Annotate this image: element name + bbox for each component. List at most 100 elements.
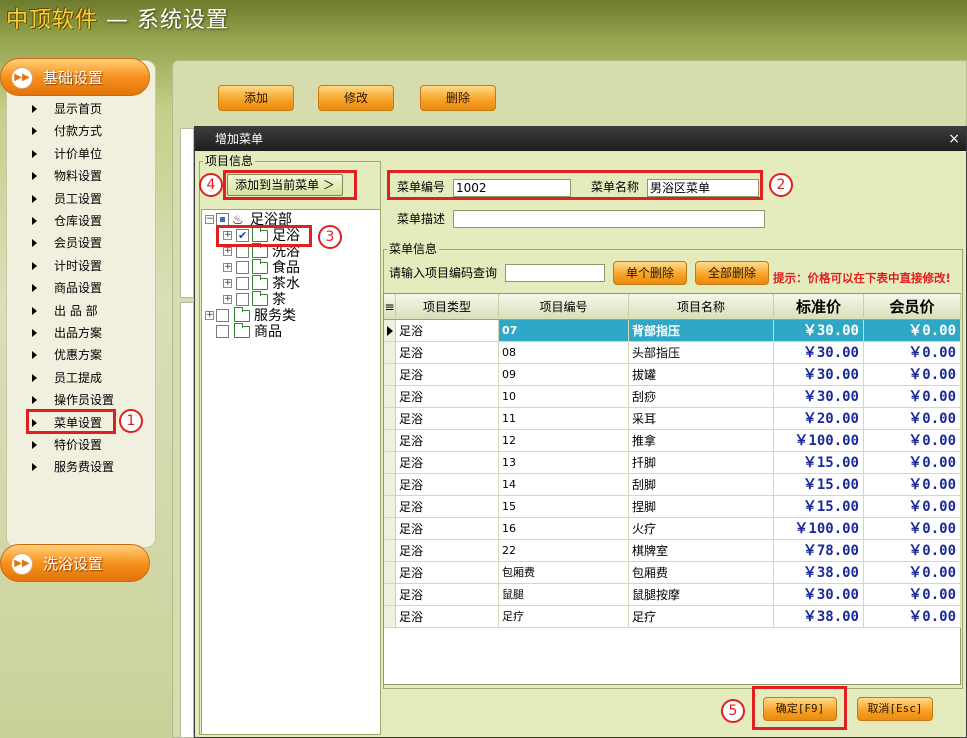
table-row[interactable]: 足浴 22 棋牌室 ￥78.00 ￥0.00 <box>384 540 962 562</box>
table-row[interactable]: 足浴 10 刮痧 ￥30.00 ￥0.00 <box>384 386 962 408</box>
cell-type[interactable]: 足浴 <box>396 342 499 364</box>
cell-std[interactable]: ￥20.00 <box>774 408 864 430</box>
cell-code[interactable]: 08 <box>499 342 629 364</box>
cell-std[interactable]: ￥30.00 <box>774 342 864 364</box>
cell-member[interactable]: ￥0.00 <box>864 540 961 562</box>
tree-node-tea-water[interactable]: + 茶水 <box>220 275 380 292</box>
tree-checkbox[interactable] <box>236 261 249 274</box>
table-row[interactable]: 足浴 14 刮脚 ￥15.00 ￥0.00 <box>384 474 962 496</box>
delete-one-button[interactable]: 单个删除 <box>613 261 687 285</box>
cell-type[interactable]: 足浴 <box>396 562 499 584</box>
cell-std[interactable]: ￥15.00 <box>774 474 864 496</box>
cell-name[interactable]: 扦脚 <box>629 452 774 474</box>
table-row[interactable]: 足浴 15 捏脚 ￥15.00 ￥0.00 <box>384 496 962 518</box>
sidebar-item-show-home[interactable]: 显示首页 <box>32 99 122 119</box>
cell-std[interactable]: ￥15.00 <box>774 452 864 474</box>
cell-std[interactable]: ￥15.00 <box>774 496 864 518</box>
tree-node-service[interactable]: + 服务类 <box>202 307 372 324</box>
cell-std[interactable]: ￥78.00 <box>774 540 864 562</box>
expand-icon[interactable]: + <box>223 295 232 304</box>
cell-member[interactable]: ￥0.00 <box>864 430 961 452</box>
cell-name[interactable]: 头部指压 <box>629 342 774 364</box>
edit-button[interactable]: 修改 <box>318 85 394 111</box>
table-row[interactable]: 足浴 09 拔罐 ￥30.00 ￥0.00 <box>384 364 962 386</box>
cell-type[interactable]: 足浴 <box>396 518 499 540</box>
cell-code[interactable]: 14 <box>499 474 629 496</box>
cell-name[interactable]: 包厢费 <box>629 562 774 584</box>
cell-code[interactable]: 09 <box>499 364 629 386</box>
cell-name[interactable]: 刮痧 <box>629 386 774 408</box>
expand-icon[interactable]: + <box>223 263 232 272</box>
cell-std[interactable]: ￥30.00 <box>774 320 864 342</box>
cell-code[interactable]: 10 <box>499 386 629 408</box>
cell-code[interactable]: 11 <box>499 408 629 430</box>
table-row[interactable]: 足浴 07 背部指压 ￥30.00 ￥0.00 <box>384 320 962 342</box>
sidebar-item-timing[interactable]: 计时设置 <box>32 256 122 276</box>
cell-member[interactable]: ￥0.00 <box>864 386 961 408</box>
sidebar-item-member[interactable]: 会员设置 <box>32 233 122 253</box>
expand-icon[interactable]: + <box>205 311 214 320</box>
cell-name[interactable]: 火疗 <box>629 518 774 540</box>
cell-code[interactable]: 16 <box>499 518 629 540</box>
column-header-member-price[interactable]: 会员价 <box>864 294 961 320</box>
tree-node-goods[interactable]: 商品 <box>202 323 372 340</box>
table-row[interactable]: 足浴 08 头部指压 ￥30.00 ￥0.00 <box>384 342 962 364</box>
cell-member[interactable]: ￥0.00 <box>864 452 961 474</box>
cell-member[interactable]: ￥0.00 <box>864 364 961 386</box>
table-row[interactable]: 足浴 16 火疗 ￥100.00 ￥0.00 <box>384 518 962 540</box>
cell-std[interactable]: ￥30.00 <box>774 584 864 606</box>
cell-member[interactable]: ￥0.00 <box>864 320 961 342</box>
sidebar-item-staff-commission[interactable]: 员工提成 <box>32 368 122 388</box>
sidebar-item-warehouse[interactable]: 仓库设置 <box>32 211 122 231</box>
column-header-type[interactable]: 项目类型 <box>396 294 499 320</box>
cell-std[interactable]: ￥30.00 <box>774 364 864 386</box>
sidebar-item-discount-plan[interactable]: 优惠方案 <box>32 345 122 365</box>
cell-type[interactable]: 足浴 <box>396 474 499 496</box>
cell-code[interactable]: 22 <box>499 540 629 562</box>
sidebar-item-pricing-unit[interactable]: 计价单位 <box>32 144 122 164</box>
cell-std[interactable]: ￥38.00 <box>774 606 864 628</box>
sidebar-item-output-plan[interactable]: 出品方案 <box>32 323 122 343</box>
cell-std[interactable]: ￥100.00 <box>774 430 864 452</box>
table-row[interactable]: 足浴 足疗 足疗 ￥38.00 ￥0.00 <box>384 606 962 628</box>
cell-name[interactable]: 刮脚 <box>629 474 774 496</box>
column-header-standard-price[interactable]: 标准价 <box>774 294 864 320</box>
cell-name[interactable]: 捏脚 <box>629 496 774 518</box>
cell-member[interactable]: ￥0.00 <box>864 496 961 518</box>
expand-icon[interactable]: + <box>223 247 232 256</box>
cell-member[interactable]: ￥0.00 <box>864 408 961 430</box>
cell-member[interactable]: ￥0.00 <box>864 606 961 628</box>
cell-type[interactable]: 足浴 <box>396 496 499 518</box>
delete-all-button[interactable]: 全部删除 <box>695 261 769 285</box>
menu-desc-field[interactable] <box>453 210 765 228</box>
cell-name[interactable]: 采耳 <box>629 408 774 430</box>
cell-type[interactable]: 足浴 <box>396 584 499 606</box>
table-row[interactable]: 足浴 12 推拿 ￥100.00 ￥0.00 <box>384 430 962 452</box>
cell-std[interactable]: ￥38.00 <box>774 562 864 584</box>
tree-node-food[interactable]: + 食品 <box>220 259 380 276</box>
sidebar-item-output-dept[interactable]: 出 品 部 <box>32 301 122 321</box>
sidebar-item-payment-method[interactable]: 付款方式 <box>32 121 122 141</box>
collapse-icon[interactable]: − <box>205 215 214 224</box>
cell-type[interactable]: 足浴 <box>396 320 499 342</box>
cell-name[interactable]: 拔罐 <box>629 364 774 386</box>
sidebar-header-bath[interactable]: ▶▶ 洗浴设置 <box>0 544 150 582</box>
cell-type[interactable]: 足浴 <box>396 606 499 628</box>
table-row[interactable]: 足浴 包厢费 包厢费 ￥38.00 ￥0.00 <box>384 562 962 584</box>
column-header-name[interactable]: 项目名称 <box>629 294 774 320</box>
sidebar-item-special-price[interactable]: 特价设置 <box>32 435 122 455</box>
sidebar-item-material[interactable]: 物料设置 <box>32 166 122 186</box>
tree-checkbox[interactable] <box>216 309 229 322</box>
sidebar-item-staff[interactable]: 员工设置 <box>32 189 122 209</box>
sidebar-item-goods[interactable]: 商品设置 <box>32 278 122 298</box>
cell-type[interactable]: 足浴 <box>396 452 499 474</box>
tree-checkbox[interactable] <box>236 293 249 306</box>
sidebar-item-service-fee[interactable]: 服务费设置 <box>32 457 122 477</box>
column-header-code[interactable]: 项目编号 <box>499 294 629 320</box>
table-row[interactable]: 足浴 13 扦脚 ￥15.00 ￥0.00 <box>384 452 962 474</box>
cell-member[interactable]: ￥0.00 <box>864 584 961 606</box>
tree-node-tea[interactable]: + 茶 <box>220 291 380 308</box>
cell-name[interactable]: 鼠腿按摩 <box>629 584 774 606</box>
cell-member[interactable]: ￥0.00 <box>864 562 961 584</box>
table-row[interactable]: 足浴 11 采耳 ￥20.00 ￥0.00 <box>384 408 962 430</box>
